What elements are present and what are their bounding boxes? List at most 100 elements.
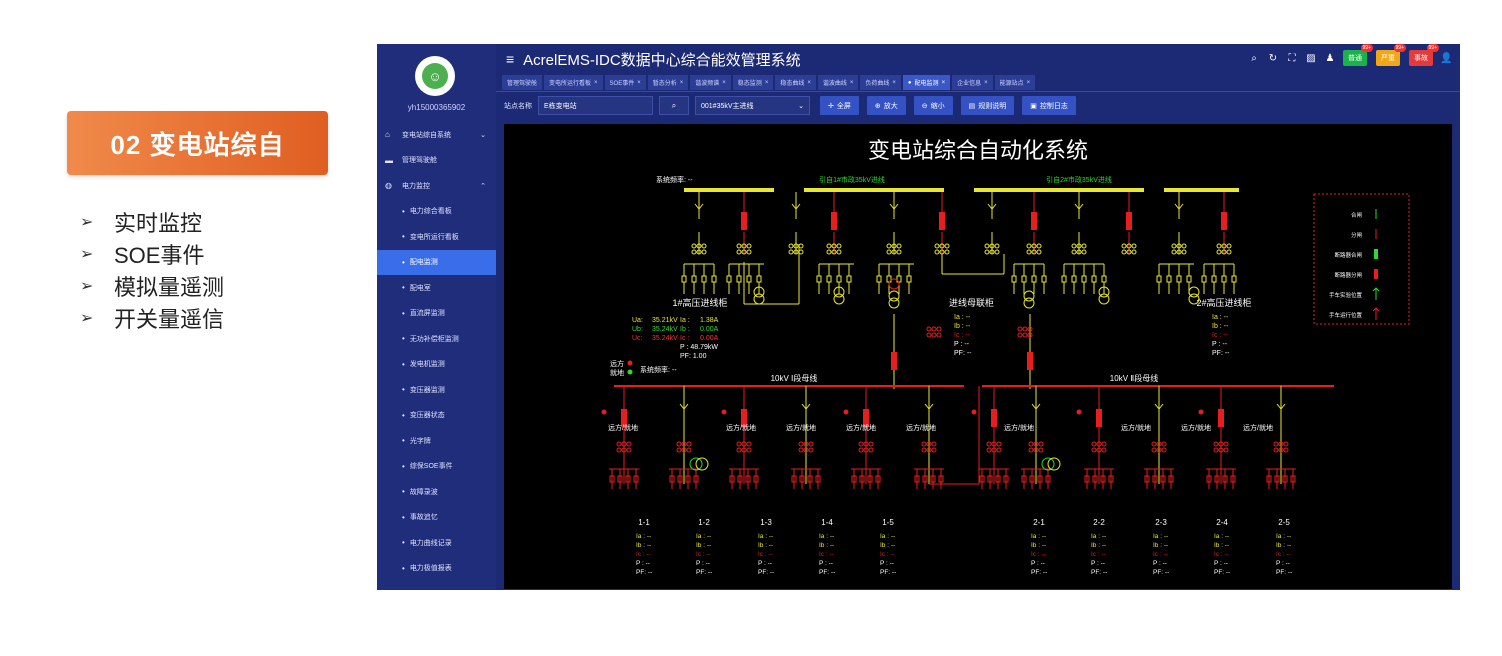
ct-coil bbox=[1091, 447, 1097, 453]
sidebar-item[interactable]: 综保SOE事件 bbox=[377, 454, 496, 480]
close-icon[interactable]: × bbox=[765, 80, 769, 86]
measure-label: P : -- bbox=[880, 560, 894, 567]
cabinet-label: 2#高压进线柜 bbox=[1196, 297, 1251, 308]
measure-label: Ia : -- bbox=[880, 533, 895, 540]
feeder-name: 1-5 bbox=[882, 518, 894, 527]
close-icon[interactable]: × bbox=[637, 80, 641, 86]
close-icon[interactable]: × bbox=[850, 80, 854, 86]
toolbar-button-label: 放大 bbox=[883, 102, 898, 110]
sidebar-item[interactable]: 配电室 bbox=[377, 275, 496, 301]
shirt-icon[interactable]: ♟ bbox=[1324, 53, 1336, 64]
ct-coil bbox=[626, 441, 632, 447]
cabinet-label: 进线母联柜 bbox=[949, 297, 994, 308]
ct-coil bbox=[736, 249, 742, 255]
close-icon[interactable]: × bbox=[594, 80, 598, 86]
sidebar-item[interactable]: 变压器监测 bbox=[377, 377, 496, 403]
main-area: ≡ AcrelEMS-IDC数据中心综合能效管理系统 ⌕ ↻ ⛶ ▨ ♟ 普通 9… bbox=[496, 44, 1460, 590]
toolbar-button-label: 规则说明 bbox=[978, 102, 1007, 110]
status-light bbox=[721, 409, 727, 415]
expand-icon: ✛ bbox=[828, 102, 834, 110]
user-icon: ☺ bbox=[422, 63, 448, 89]
sidebar-item[interactable]: 光字牌 bbox=[377, 428, 496, 454]
tab[interactable]: 稳态曲线 × bbox=[775, 75, 816, 90]
hamburger-icon[interactable]: ≡ bbox=[506, 51, 514, 67]
close-icon[interactable]: × bbox=[1027, 80, 1031, 86]
measure-label: PF: -- bbox=[1091, 569, 1107, 576]
avatar[interactable]: ☺ bbox=[415, 56, 455, 96]
close-icon[interactable]: × bbox=[680, 80, 684, 86]
tab[interactable]: 稳态监测 × bbox=[732, 75, 774, 90]
sidebar-item[interactable]: ⌂ 变电站综自系统 ⌄ bbox=[377, 122, 496, 148]
ct-coil bbox=[931, 332, 937, 338]
busbar bbox=[684, 188, 774, 192]
alarm-badge[interactable]: 普通 99+ bbox=[1343, 44, 1373, 66]
image-icon[interactable]: ▨ bbox=[1305, 53, 1317, 64]
sidebar-item[interactable]: 事故追忆 bbox=[377, 505, 496, 531]
sidebar-item[interactable]: 无功补偿柜监测 bbox=[377, 326, 496, 352]
toolbar-button-label: 控制日志 bbox=[1039, 102, 1068, 110]
sidebar-item[interactable]: 配电监测 bbox=[377, 249, 496, 275]
toolbar-button[interactable]: ▣ 控制日志 bbox=[1022, 96, 1076, 115]
close-icon[interactable]: × bbox=[942, 80, 946, 86]
ct-coil bbox=[1022, 326, 1028, 332]
fullscreen-icon[interactable]: ⛶ bbox=[1286, 53, 1298, 64]
measure-label: P : -- bbox=[954, 341, 970, 348]
sidebar-item-label: 故障录波 bbox=[409, 488, 438, 496]
ct-coil bbox=[626, 447, 632, 453]
toolbar-button[interactable]: ⊕ 放大 bbox=[866, 96, 906, 115]
diagram-label: Ia : bbox=[680, 317, 690, 324]
sidebar-item[interactable]: 电力曲线记录 bbox=[377, 530, 496, 556]
sidebar-item[interactable]: 电力极值报表 bbox=[377, 556, 496, 582]
fuse bbox=[1201, 275, 1207, 283]
feature-item: ➢ 开关量遥信 bbox=[80, 307, 225, 332]
tab[interactable]: 谐波曲线 × bbox=[817, 75, 859, 90]
tab-bar: 管理驾驶舱 变电所运行看板 × SOE事件 × 暂态分析 × 谐波频谱 × 稳态监测 × 稳态曲线 × 谐… bbox=[496, 74, 1460, 91]
close-icon[interactable]: × bbox=[892, 80, 896, 86]
search-icon[interactable]: ⌕ bbox=[1248, 53, 1260, 64]
sidebar-item[interactable]: 变电所运行看板 bbox=[377, 224, 496, 250]
ct-coil bbox=[701, 249, 707, 255]
alarm-badge[interactable]: 事故 99+ bbox=[1409, 44, 1439, 66]
tab[interactable]: SOE事件 × bbox=[604, 75, 646, 90]
tab[interactable]: ● 配电监测 × bbox=[902, 75, 951, 90]
close-icon[interactable]: × bbox=[984, 80, 988, 86]
close-icon[interactable]: × bbox=[807, 80, 811, 86]
tab[interactable]: 负荷曲线 × bbox=[860, 75, 901, 90]
ct-coil bbox=[808, 441, 814, 447]
tab[interactable]: 变电所运行看板 × bbox=[544, 75, 603, 90]
ct-coil bbox=[808, 447, 814, 453]
toolbar-button[interactable]: ⊖ 缩小 bbox=[913, 96, 953, 115]
sidebar-item[interactable]: 故障录波 bbox=[377, 479, 496, 505]
toolbar-button-label: 全屏 bbox=[836, 102, 851, 110]
legend-mark bbox=[1374, 249, 1378, 259]
search-button[interactable]: ⌕ bbox=[659, 96, 689, 115]
tab[interactable]: 暂态分析 × bbox=[647, 75, 689, 90]
close-icon[interactable]: × bbox=[722, 80, 726, 86]
feeder-state-label: 远方/就地 bbox=[1004, 423, 1034, 432]
ct-coil bbox=[926, 326, 932, 332]
toolbar-button[interactable]: ▤ 规则说明 bbox=[960, 96, 1015, 115]
sidebar-item[interactable]: ▬ 管理驾驶舱 bbox=[377, 148, 496, 174]
tab[interactable]: 管理驾驶舱 bbox=[502, 75, 543, 90]
measure-label: Ic : -- bbox=[636, 551, 651, 558]
toolbar-button[interactable]: ✛ 全屏 bbox=[820, 96, 859, 115]
sidebar-item[interactable]: 电力综合看板 bbox=[377, 199, 496, 225]
ct-coil bbox=[984, 243, 990, 249]
sidebar-item[interactable]: 直流屏监测 bbox=[377, 301, 496, 327]
station-input[interactable]: E栋变电站 bbox=[538, 96, 653, 115]
chevron-down-icon: ⌄ bbox=[798, 102, 804, 110]
ct-coil bbox=[691, 249, 697, 255]
line-select[interactable]: 001#35kV主进线 ⌄ bbox=[695, 96, 810, 115]
tab[interactable]: 谐波频谱 × bbox=[690, 75, 731, 90]
transformer-coil bbox=[888, 297, 900, 309]
alarm-badge-label: 事故 bbox=[1414, 55, 1428, 62]
user-profile-icon[interactable]: 👤 bbox=[1440, 53, 1452, 64]
refresh-icon[interactable]: ↻ bbox=[1267, 53, 1279, 64]
tab[interactable]: 能源站点 × bbox=[994, 75, 1036, 90]
sidebar-item[interactable]: 发电机监测 bbox=[377, 352, 496, 378]
sidebar-item[interactable]: 变压器状态 bbox=[377, 403, 496, 429]
alarm-badge[interactable]: 严重 99+ bbox=[1376, 44, 1406, 66]
sidebar-item[interactable]: ◍ 电力监控 ⌃ bbox=[377, 173, 496, 199]
tab[interactable]: 企业信息 × bbox=[952, 75, 993, 90]
feeder-name: 1-2 bbox=[698, 518, 710, 527]
